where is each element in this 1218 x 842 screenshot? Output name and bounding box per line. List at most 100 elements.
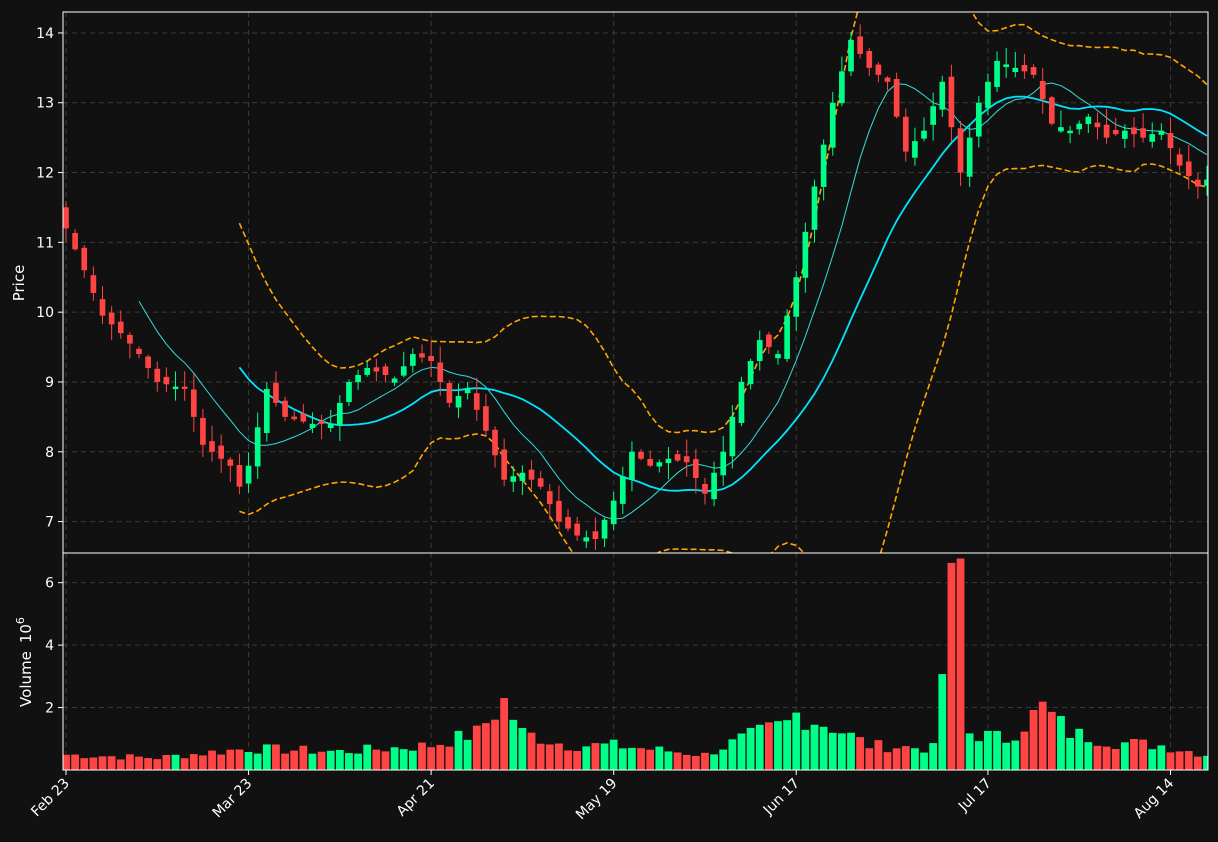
- candle-body: [1076, 123, 1083, 130]
- candle-body: [410, 354, 416, 366]
- candle-body: [437, 362, 444, 382]
- volume-bar: [590, 742, 600, 770]
- volume-bar: [225, 749, 235, 770]
- candle-body: [108, 312, 115, 325]
- candle-body: [556, 500, 562, 522]
- volume-bar: [517, 727, 527, 770]
- price-tick-label: 9: [45, 375, 54, 391]
- volume-bar: [837, 732, 847, 770]
- volume-bar: [116, 758, 126, 770]
- volume-bar: [207, 750, 217, 770]
- volume-tick-label: 4: [45, 638, 54, 654]
- volume-bar: [79, 757, 89, 770]
- volume-bar: [545, 743, 555, 770]
- candle-body: [455, 395, 462, 408]
- volume-bar: [171, 754, 181, 770]
- candle-body: [683, 456, 690, 463]
- candle-body: [902, 116, 909, 152]
- candle-body: [72, 232, 78, 250]
- volume-bar: [508, 719, 518, 770]
- price-tick-label: 12: [36, 166, 54, 182]
- volume-tick-label: 6: [45, 576, 54, 592]
- candle-body: [665, 458, 672, 464]
- volume-bar: [527, 732, 537, 770]
- candle-body: [866, 51, 873, 68]
- candle-body: [647, 458, 654, 466]
- volume-axis-exponent: 6: [14, 617, 27, 624]
- volume-bar: [353, 753, 363, 770]
- volume-bar: [727, 738, 737, 770]
- candle-body: [729, 416, 736, 457]
- volume-bar: [426, 746, 436, 770]
- volume-bar: [1074, 728, 1084, 770]
- volume-bar: [809, 724, 819, 770]
- candle-body: [245, 465, 252, 484]
- candle-body: [1167, 133, 1174, 149]
- volume-bar: [298, 745, 308, 770]
- candle-body: [802, 231, 809, 278]
- volume-bar: [408, 750, 418, 770]
- volume-bar: [974, 740, 984, 770]
- volume-bar: [1065, 737, 1075, 770]
- volume-bar: [435, 744, 445, 770]
- volume-bar: [928, 742, 938, 770]
- volume-axis-title: Volume 106: [14, 617, 35, 707]
- candle-body: [127, 334, 133, 344]
- volume-bar: [253, 753, 263, 770]
- candle-body: [738, 381, 745, 423]
- volume-bar: [718, 748, 728, 770]
- candle-body: [930, 106, 936, 125]
- volume-bar: [983, 730, 993, 770]
- candle-body: [154, 368, 161, 382]
- candle-body: [1195, 179, 1201, 187]
- volume-bar: [1165, 751, 1175, 770]
- candle-body: [337, 402, 343, 426]
- price-tick-label: 13: [36, 96, 54, 112]
- candle-body: [355, 374, 361, 383]
- volume-bar: [472, 725, 482, 770]
- volume-bar: [572, 750, 582, 770]
- candle-body: [373, 367, 380, 372]
- volume-bar: [819, 726, 829, 770]
- candle-body: [674, 454, 681, 461]
- volume-bar: [335, 749, 345, 770]
- volume-bar: [189, 753, 199, 770]
- volume-bar: [609, 739, 619, 770]
- candle-body: [209, 441, 215, 452]
- volume-bar: [663, 750, 673, 770]
- candle-body: [528, 469, 535, 480]
- volume-bar: [1193, 756, 1203, 770]
- price-tick-label: 14: [36, 26, 54, 42]
- volume-bar: [1019, 730, 1029, 770]
- volume-bar: [846, 732, 856, 770]
- volume-bar: [764, 721, 774, 770]
- volume-bar: [125, 753, 135, 770]
- volume-bar: [307, 753, 317, 770]
- candle-body: [638, 451, 644, 459]
- candle-body: [848, 39, 854, 72]
- candle-body: [1067, 130, 1073, 134]
- volume-bar: [600, 742, 610, 770]
- candle-body: [811, 186, 818, 230]
- volume-bar: [1120, 741, 1130, 770]
- candle-body: [327, 423, 334, 429]
- candle-body: [1140, 128, 1146, 138]
- volume-bar: [992, 730, 1002, 770]
- volume-bar: [280, 753, 290, 770]
- candle-body: [629, 451, 635, 480]
- candle-body: [136, 348, 142, 355]
- volume-bar: [700, 752, 710, 770]
- volume-bar: [1175, 750, 1185, 770]
- candle-body: [218, 445, 225, 459]
- volume-bar: [645, 749, 655, 770]
- stock-chart: 7891011121314 246 Feb 23 Mar 23 Apr 21 May …: [0, 0, 1218, 842]
- volume-bar: [563, 749, 573, 770]
- candle-body: [473, 393, 480, 410]
- volume-bar: [98, 755, 108, 770]
- candle-body: [519, 472, 526, 481]
- volume-tick-label: 2: [45, 701, 54, 717]
- volume-bar: [371, 749, 381, 770]
- candle-body: [912, 141, 918, 158]
- candle-body: [1058, 127, 1064, 132]
- candle-body: [1176, 154, 1183, 166]
